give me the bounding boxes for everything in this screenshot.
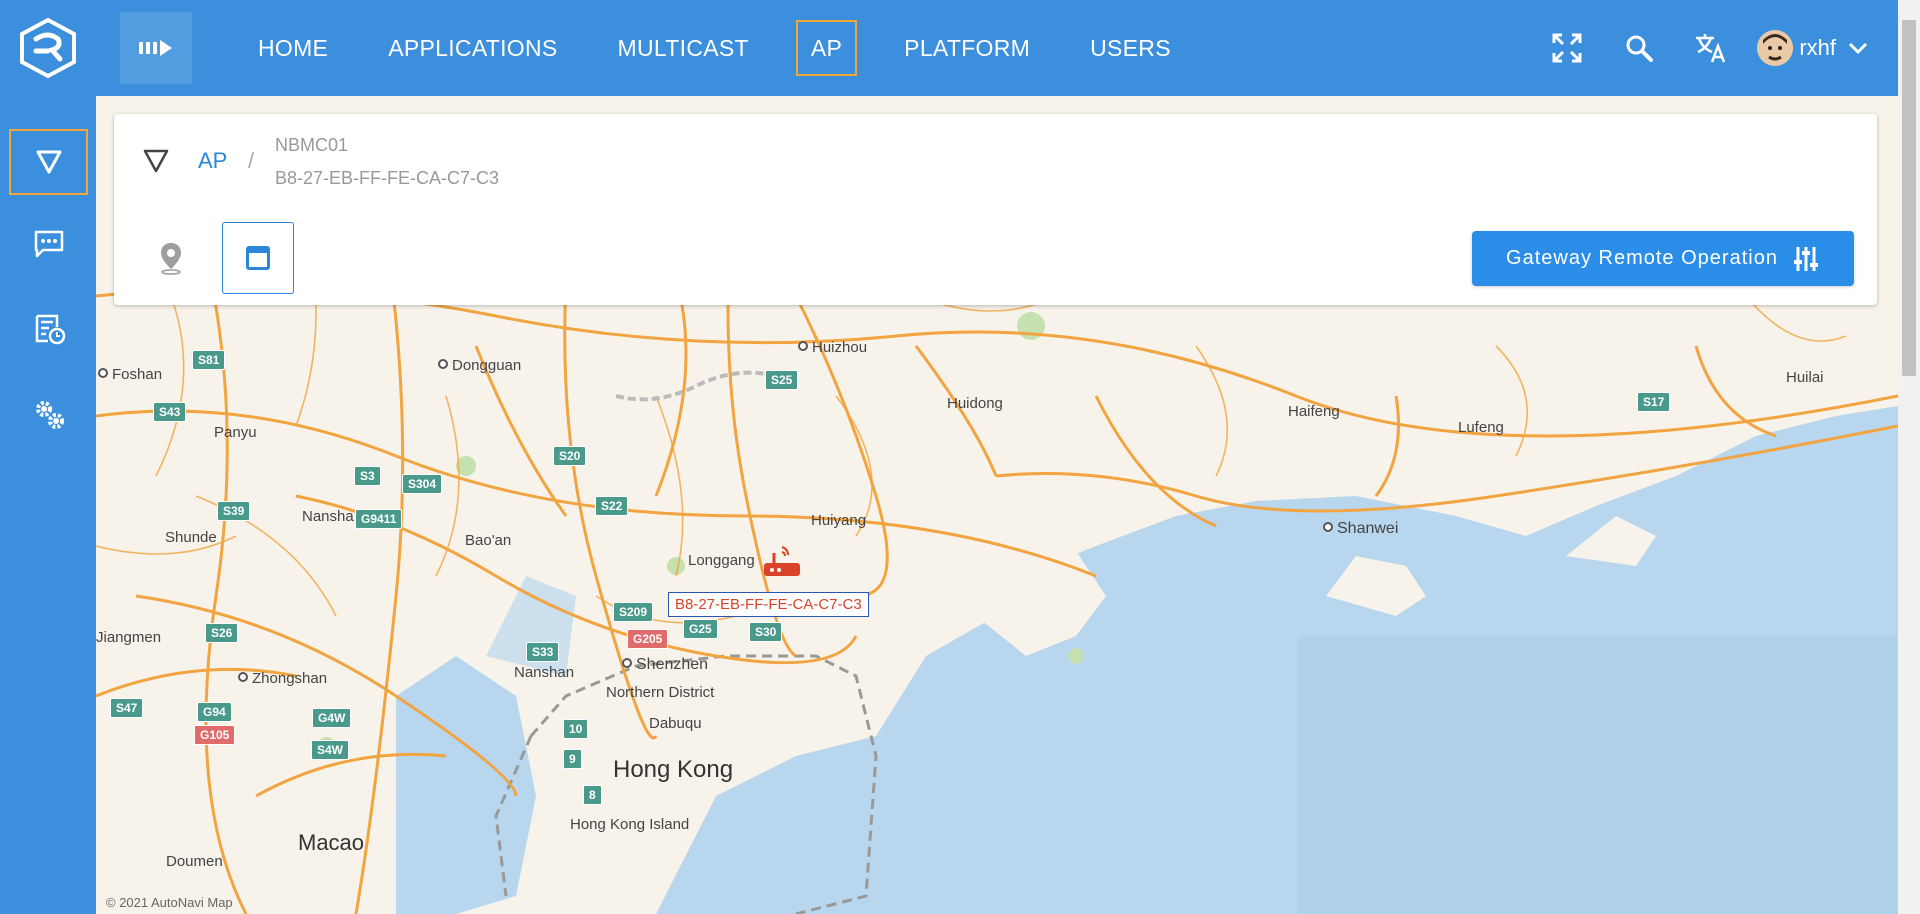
map-place: Jiangmen (96, 629, 162, 646)
road-shield: S20 (553, 446, 587, 466)
road-shield: S30 (749, 622, 783, 642)
map-view-button[interactable] (135, 222, 207, 294)
road-shield: G205 (627, 629, 669, 649)
map-place: Bao'an (465, 532, 512, 549)
nav-platform[interactable]: PLATFORM (874, 20, 1060, 76)
breadcrumb-device-group: NBMC01 (275, 135, 349, 155)
sidebar (0, 96, 96, 914)
map-place: Huilai (1786, 369, 1824, 386)
map-place: Doumen (166, 853, 223, 870)
nav-ap[interactable]: AP (795, 20, 858, 76)
gateway-remote-operation-button[interactable]: Gateway Remote Operation (1472, 231, 1854, 286)
filter-icon[interactable] (142, 148, 170, 174)
road-shield: S209 (613, 602, 654, 622)
fullscreen-icon[interactable] (1531, 0, 1603, 96)
map-place: Dabuqu (649, 715, 702, 732)
window-view-button[interactable] (222, 222, 294, 294)
map-place: Haifeng (1288, 403, 1340, 420)
road-shield: G9411 (355, 509, 403, 529)
road-shield: G25 (683, 619, 718, 639)
road-shield: G94 (197, 702, 232, 722)
breadcrumb-separator: / (248, 148, 255, 173)
road-shield: 8 (583, 785, 602, 805)
road-shield: S81 (192, 350, 226, 370)
map-place: Dongguan (438, 357, 521, 374)
top-navbar: HOME APPLICATIONS MULTICAST AP PLATFORM … (0, 0, 1898, 96)
nav-multicast[interactable]: MULTICAST (588, 20, 779, 76)
map-place: Panyu (214, 424, 257, 441)
translate-icon[interactable] (1675, 0, 1747, 96)
road-shield: S17 (1637, 392, 1671, 412)
message-icon (34, 230, 63, 258)
window-icon (246, 246, 270, 270)
map-place: Longgang (688, 552, 755, 569)
gateway-button-label: Gateway Remote Operation (1506, 247, 1778, 269)
search-icon[interactable] (1603, 0, 1675, 96)
location-pin-icon (161, 243, 181, 275)
sidebar-item-messages[interactable] (9, 211, 88, 277)
road-shield: G4W (312, 708, 352, 728)
avatar (1757, 30, 1794, 66)
map-place: Zhongshan (238, 670, 327, 687)
road-shield: S304 (402, 474, 443, 494)
sidebar-item-filter[interactable] (9, 129, 88, 195)
app-logo-icon[interactable] (18, 17, 78, 79)
road-shield: 10 (563, 719, 589, 739)
map-place: Hong Kong (613, 756, 734, 783)
map-copyright: © 2021 AutoNavi Map (106, 895, 233, 910)
road-shield: S4W (311, 740, 350, 760)
map-place: Shenzhen (622, 656, 708, 674)
breadcrumb-device-id: B8-27-EB-FF-FE-CA-C7-C3 (275, 168, 500, 188)
user-name: rxhf (1799, 35, 1836, 60)
map-place: Shunde (165, 529, 217, 546)
tune-sliders-icon (1793, 246, 1818, 271)
road-shield: 9 (563, 749, 582, 769)
main-nav: HOME APPLICATIONS MULTICAST AP PLATFORM … (228, 0, 1201, 96)
map-place: Nanshan (514, 664, 575, 681)
map-place: Huizhou (798, 339, 867, 356)
road-shield: S47 (110, 698, 144, 718)
map-place: Foshan (98, 366, 162, 383)
road-shield: G105 (194, 725, 236, 745)
chevron-down-icon (1848, 42, 1868, 54)
top-right-tools: rxhf (1531, 0, 1898, 96)
map-place: Nansha (302, 508, 354, 525)
map-place: Lufeng (1458, 419, 1504, 436)
road-shield: S25 (765, 370, 799, 390)
settings-icon (35, 401, 64, 429)
nav-applications[interactable]: APPLICATIONS (358, 20, 587, 76)
schedule-list-icon (35, 314, 65, 345)
collapse-arrow-icon (139, 40, 172, 56)
map-place: Macao (298, 830, 365, 855)
marker-label: B8-27-EB-FF-FE-CA-C7-C3 (668, 592, 869, 617)
sidebar-toggle-button[interactable] (120, 12, 192, 84)
filter-icon (36, 150, 61, 174)
road-shield: S3 (354, 466, 381, 486)
ap-detail-panel: AP / NBMC01 B8-27-EB-FF-FE-CA-C7-C3 Gate… (114, 114, 1877, 305)
scrollbar-thumb[interactable] (1902, 20, 1916, 376)
sidebar-item-schedule[interactable] (9, 296, 88, 362)
breadcrumb-root[interactable]: AP (198, 148, 227, 174)
road-shield: S43 (153, 402, 187, 422)
road-shield: S33 (526, 642, 560, 662)
sidebar-item-settings[interactable] (9, 381, 88, 447)
map-place: Hong Kong Island (570, 816, 690, 833)
map-place: Shanwei (1323, 520, 1398, 538)
nav-home[interactable]: HOME (228, 20, 358, 76)
road-shield: S26 (205, 623, 239, 643)
page-scrollbar[interactable] (1898, 0, 1920, 914)
road-shield: S39 (217, 501, 251, 521)
map-place: Huiyang (811, 512, 867, 529)
nav-users[interactable]: USERS (1060, 20, 1201, 76)
map-place: Huidong (947, 395, 1003, 412)
user-menu[interactable]: rxhf (1757, 30, 1868, 66)
map-place: Northern District (606, 684, 715, 701)
road-shield: S22 (595, 496, 629, 516)
router-marker-icon[interactable] (762, 543, 802, 579)
